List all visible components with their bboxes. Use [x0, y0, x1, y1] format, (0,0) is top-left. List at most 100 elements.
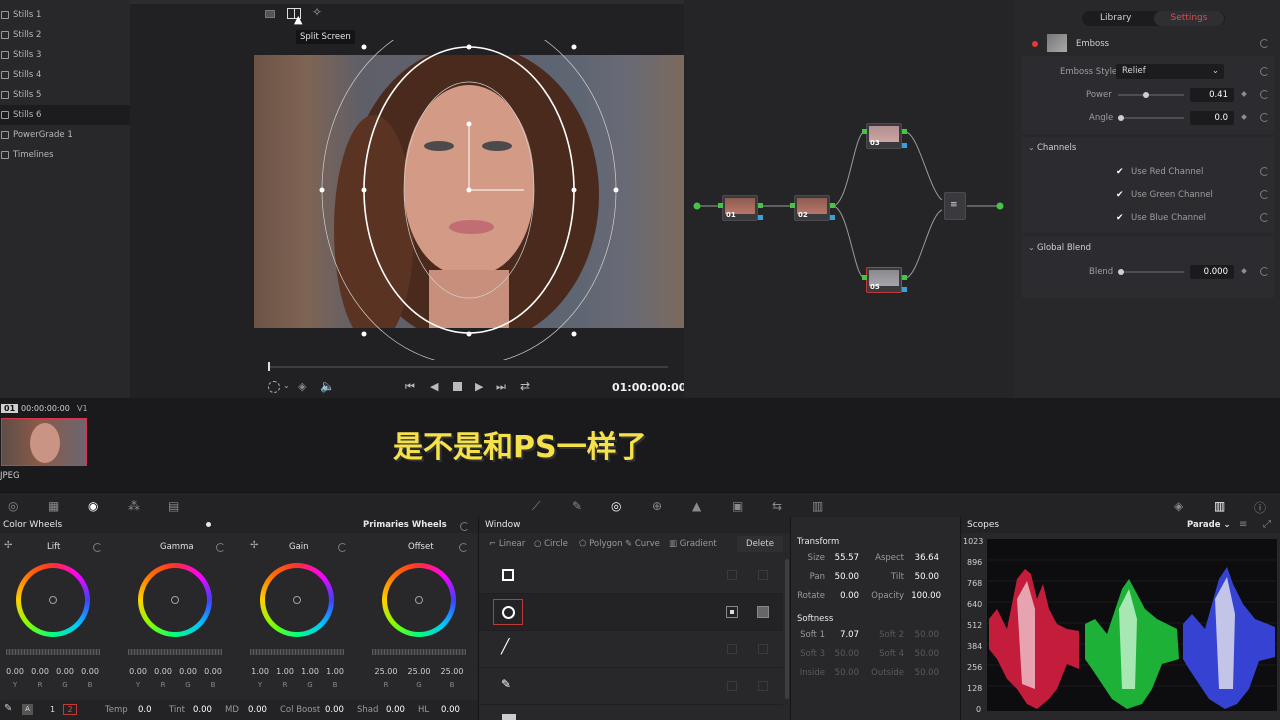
- lift-b-value[interactable]: 0.00: [79, 667, 101, 676]
- picker-icon[interactable]: ✢: [250, 540, 258, 551]
- reset-icon[interactable]: [1260, 167, 1269, 176]
- window-enable-toggle[interactable]: [726, 606, 738, 618]
- node-03[interactable]: 03: [866, 123, 902, 149]
- magic-wand-icon[interactable]: ✧: [312, 5, 322, 19]
- qualifier-icon[interactable]: ✎: [572, 499, 582, 513]
- playhead[interactable]: [268, 362, 270, 371]
- lift-wheel[interactable]: [16, 563, 90, 637]
- power-slider[interactable]: [1118, 92, 1184, 98]
- power-window-overlay[interactable]: [254, 40, 684, 360]
- emboss-style-select[interactable]: Relief ⌄: [1116, 64, 1224, 79]
- pan-value[interactable]: 50.00: [829, 572, 859, 582]
- reset-icon[interactable]: [1260, 90, 1269, 99]
- opacity-value[interactable]: 100.00: [909, 591, 941, 601]
- blur-icon[interactable]: ▲: [692, 499, 701, 513]
- gradient-window-icon[interactable]: [502, 714, 516, 720]
- soft4-value[interactable]: 50.00: [909, 649, 939, 659]
- info-icon[interactable]: ⓘ: [1254, 499, 1266, 516]
- use-green-checkbox[interactable]: ✔: [1116, 190, 1126, 200]
- window-list-scrollbar[interactable]: [785, 559, 789, 699]
- lift-master-wheel[interactable]: [6, 649, 100, 655]
- still-item[interactable]: Stills 1: [0, 5, 130, 25]
- angle-value[interactable]: 0.0: [1190, 111, 1234, 125]
- gamma-master-wheel[interactable]: [128, 649, 222, 655]
- channels-header[interactable]: Channels: [1037, 143, 1076, 153]
- chevron-down-icon[interactable]: ⌄: [283, 381, 290, 390]
- gamma-b-value[interactable]: 0.00: [202, 667, 224, 676]
- node-02[interactable]: 02: [794, 195, 830, 221]
- picker-icon[interactable]: ✢: [4, 540, 12, 551]
- angle-slider[interactable]: [1118, 115, 1184, 121]
- gain-y-value[interactable]: 1.00: [249, 667, 271, 676]
- reset-icon[interactable]: [1260, 113, 1269, 122]
- reset-icon[interactable]: [338, 543, 347, 552]
- window-icon[interactable]: ◎: [611, 499, 621, 513]
- key-icon[interactable]: ▣: [732, 499, 743, 513]
- skip-to-end-icon[interactable]: ⏭: [496, 380, 506, 394]
- scopes-icon[interactable]: ▥: [1214, 499, 1225, 513]
- reset-icon[interactable]: [1260, 213, 1269, 222]
- offset-b-value[interactable]: 25.00: [438, 667, 466, 676]
- scope-mode-select[interactable]: Parade ⌄: [1187, 520, 1231, 530]
- node-05[interactable]: 05: [866, 267, 902, 293]
- step-back-icon[interactable]: ◀: [430, 380, 438, 393]
- delete-button[interactable]: Delete: [737, 536, 783, 552]
- auto-balance-icon[interactable]: ✎: [4, 703, 12, 714]
- gain-master-wheel[interactable]: [250, 649, 344, 655]
- global-blend-header[interactable]: Global Blend: [1037, 243, 1091, 253]
- tab-library[interactable]: Library: [1100, 13, 1131, 23]
- volume-icon[interactable]: 🔈: [320, 379, 335, 393]
- shad-value[interactable]: 0.00: [386, 705, 405, 715]
- tint-value[interactable]: 0.00: [193, 705, 212, 715]
- sizing-icon[interactable]: ⇆: [772, 499, 782, 513]
- curves-icon[interactable]: ⟋: [532, 499, 540, 514]
- soft3-value[interactable]: 50.00: [829, 649, 859, 659]
- gain-b-value[interactable]: 1.00: [324, 667, 346, 676]
- color-wheels-icon[interactable]: ◉: [88, 499, 98, 513]
- outside-value[interactable]: 50.00: [909, 668, 939, 678]
- blend-slider-knob[interactable]: [1118, 269, 1124, 275]
- use-blue-checkbox[interactable]: ✔: [1116, 213, 1126, 223]
- play-icon[interactable]: ▶: [475, 380, 483, 393]
- expand-icon[interactable]: ⤢: [1263, 519, 1271, 530]
- rgb-mixer-icon[interactable]: ⁂: [128, 499, 140, 513]
- node-01[interactable]: 01: [722, 195, 758, 221]
- polygon-window-icon[interactable]: ╱: [501, 639, 509, 655]
- loop-icon[interactable]: ⇄: [520, 379, 530, 393]
- wheels-mode-select[interactable]: Primaries Wheels: [363, 520, 447, 530]
- rotate-value[interactable]: 0.00: [829, 591, 859, 601]
- scope-settings-icon[interactable]: ≡: [1239, 519, 1247, 530]
- circle-window-button[interactable]: [493, 599, 523, 625]
- parallel-mixer-node[interactable]: ≡: [944, 192, 966, 220]
- reset-all-icon[interactable]: [460, 522, 469, 531]
- use-red-checkbox[interactable]: ✔: [1116, 167, 1126, 177]
- offset-wheel[interactable]: [382, 563, 456, 637]
- offset-g-value[interactable]: 25.00: [405, 667, 433, 676]
- tool-gradient[interactable]: ▥ Gradient: [669, 539, 717, 549]
- tool-circle[interactable]: ○ Circle: [534, 539, 568, 549]
- tilt-value[interactable]: 50.00: [909, 572, 939, 582]
- reset-icon[interactable]: [1260, 39, 1269, 48]
- powergrade-item[interactable]: PowerGrade 1: [0, 125, 130, 145]
- auto-icon[interactable]: A: [22, 704, 33, 715]
- still-item[interactable]: Stills 4: [0, 65, 130, 85]
- page-2-button[interactable]: 2: [63, 704, 77, 715]
- chevron-down-icon[interactable]: ⌄: [1028, 143, 1035, 152]
- aspect-value[interactable]: 36.64: [909, 553, 939, 563]
- gamma-wheel[interactable]: [138, 563, 212, 637]
- tool-linear[interactable]: ⌐ Linear: [489, 539, 525, 549]
- lift-g-value[interactable]: 0.00: [54, 667, 76, 676]
- reset-icon[interactable]: [1260, 190, 1269, 199]
- soft1-value[interactable]: 7.07: [829, 630, 859, 640]
- size-value[interactable]: 55.57: [829, 553, 859, 563]
- offset-master-wheel[interactable]: [372, 649, 466, 655]
- page-1-button[interactable]: 1: [50, 705, 55, 714]
- blend-slider[interactable]: [1118, 269, 1184, 275]
- color-match-icon[interactable]: ▦: [48, 499, 59, 513]
- lift-r-value[interactable]: 0.00: [29, 667, 51, 676]
- clip-thumbnail[interactable]: [1, 418, 87, 466]
- skip-to-start-icon[interactable]: ⏮: [405, 380, 415, 394]
- inside-value[interactable]: 50.00: [829, 668, 859, 678]
- tool-curve[interactable]: ✎ Curve: [625, 539, 660, 549]
- reset-icon[interactable]: [93, 543, 102, 552]
